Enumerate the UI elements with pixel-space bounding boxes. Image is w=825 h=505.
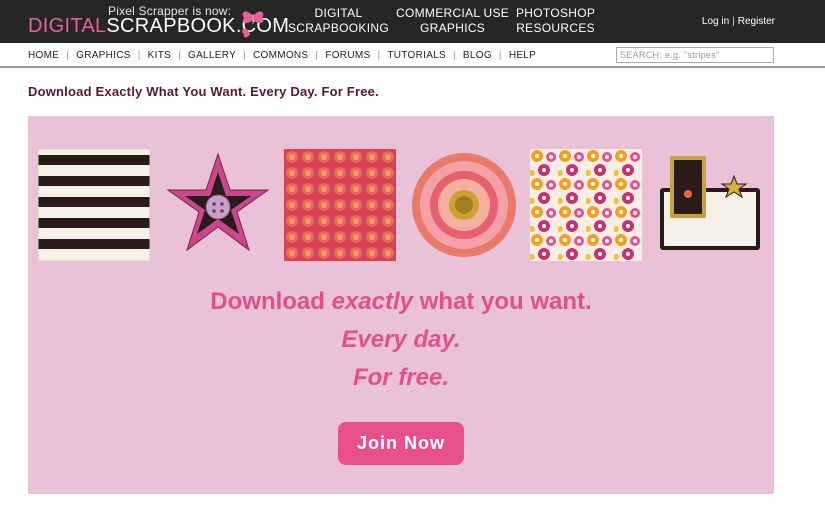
banner-line-1-start: Download — [210, 288, 332, 315]
promo-banner: Download exactly what you want. Every da… — [28, 116, 774, 494]
layered-flower-thumbnail — [412, 153, 516, 257]
top-header-bar: Pixel Scrapper is now: DIGITALSCRAPBOOK.… — [0, 0, 825, 43]
nav-home[interactable]: HOME — [28, 50, 59, 61]
topnav-line: COMMERCIAL USE — [396, 6, 510, 20]
nav-help[interactable]: HELP — [509, 50, 536, 61]
nav-separator: | — [498, 50, 502, 61]
nav-separator: | — [315, 50, 319, 61]
register-link[interactable]: Register — [738, 16, 775, 27]
striped-paper-thumbnail — [38, 149, 150, 261]
page-headline: Download Exactly What You Want. Every Da… — [28, 84, 379, 99]
auth-links: Log in | Register — [702, 16, 775, 27]
nav-commons[interactable]: COMMONS — [253, 50, 308, 61]
secondary-nav-list: HOME | GRAPHICS | KITS | GALLERY | COMMONS | … — [28, 50, 536, 61]
topnav-digital-scrapbooking[interactable]: DIGITAL SCRAPBOOKING — [288, 6, 389, 36]
login-link[interactable]: Log in — [702, 16, 729, 27]
butterfly-icon — [242, 11, 264, 38]
nav-blog[interactable]: BLOG — [463, 50, 492, 61]
nav-separator: | — [243, 50, 246, 61]
floral-paper-thumbnail — [530, 149, 642, 261]
site-logo[interactable]: Pixel Scrapper is now: DIGITALSCRAPBOOK.… — [28, 2, 289, 42]
nav-separator: | — [66, 50, 70, 61]
frame-card-thumbnail — [660, 156, 760, 250]
nav-separator: | — [377, 50, 381, 61]
topnav-line: GRAPHICS — [420, 21, 486, 35]
banner-line-1: Download exactly what you want. — [28, 288, 774, 316]
auth-separator: | — [732, 16, 735, 27]
banner-line-1-end: what you want. — [413, 288, 592, 315]
topnav-line: RESOURCES — [516, 21, 595, 35]
nav-forums[interactable]: FORUMS — [325, 50, 370, 61]
star-embellishment-thumbnail — [166, 152, 270, 252]
topnav-commercial-use-graphics[interactable]: COMMERCIAL USE GRAPHICS — [396, 6, 509, 36]
topnav-line: DIGITAL — [314, 6, 363, 20]
nav-separator: | — [137, 50, 141, 61]
logo-word-digital: DIGITAL — [28, 15, 107, 37]
nav-separator: | — [453, 50, 456, 61]
banner-line-1-emphasis: exactly — [331, 288, 414, 315]
join-now-button[interactable]: Join Now — [338, 422, 464, 465]
topnav-line: SCRAPBOOKING — [288, 21, 389, 35]
pink-pattern-paper-thumbnail — [284, 149, 396, 261]
banner-line-2: Every day. — [341, 326, 461, 353]
topnav-line: PHOTOSHOP — [516, 6, 596, 20]
nav-separator: | — [178, 50, 181, 61]
nav-kits[interactable]: KITS — [148, 50, 171, 61]
nav-gallery[interactable]: GALLERY — [188, 50, 236, 61]
banner-line-3: For free. — [352, 364, 450, 391]
nav-graphics[interactable]: GRAPHICS — [76, 50, 131, 61]
nav-tutorials[interactable]: TUTORIALS — [387, 50, 446, 61]
secondary-nav: HOME | GRAPHICS | KITS | GALLERY | COMMONS | … — [0, 43, 825, 68]
topnav-photoshop-resources[interactable]: PHOTOSHOP RESOURCES — [516, 6, 595, 36]
search-input[interactable]: SEARCH: e.g. "stripes" — [616, 47, 774, 63]
